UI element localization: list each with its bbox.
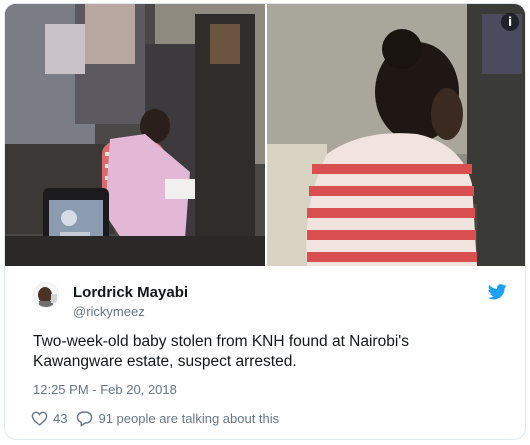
info-icon[interactable]: i [501, 13, 519, 31]
author-handle[interactable]: @rickymeez [73, 304, 145, 319]
tweet-actions: 43 91 people are talking about this [31, 408, 279, 428]
twitter-bird-icon[interactable] [488, 284, 507, 300]
heart-icon [31, 411, 48, 426]
tweet-card[interactable]: i Lordrick Mayabi @rickymeez Two-week-ol… [4, 3, 526, 440]
author-display-name[interactable]: Lordrick Mayabi [73, 284, 188, 301]
like-button[interactable]: 43 [31, 410, 67, 427]
tweet-media[interactable]: i [5, 4, 525, 266]
photo-left-image [5, 4, 265, 266]
avatar-image [34, 283, 58, 307]
tweet-photo-left[interactable] [5, 4, 265, 266]
speech-bubble-icon [77, 410, 93, 427]
conversation-link[interactable]: 91 people are talking about this [76, 410, 279, 427]
tweet-text: Two-week-old baby stolen from KNH found … [33, 333, 409, 370]
tweet-timestamp[interactable]: 12:25 PM - Feb 20, 2018 [33, 382, 177, 397]
avatar[interactable] [33, 282, 59, 308]
tweet-author[interactable]: Lordrick Mayabi @rickymeez [33, 280, 433, 320]
like-count: 43 [53, 410, 68, 426]
conversation-text: 91 people are talking about this [98, 410, 280, 426]
photo-right-image [267, 4, 525, 266]
tweet-photo-right[interactable]: i [267, 4, 525, 266]
